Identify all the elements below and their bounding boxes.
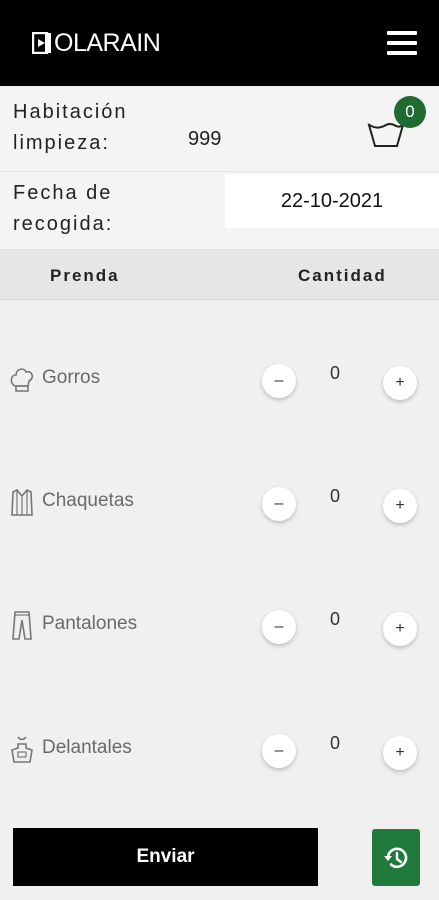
brand-logo: OLARAIN: [32, 28, 161, 58]
decrement-button[interactable]: –: [262, 734, 296, 768]
decrement-button[interactable]: –: [262, 487, 296, 521]
quantity-value: 0: [329, 486, 340, 506]
decrement-button[interactable]: –: [262, 364, 296, 398]
list-item-delantales: Delantales – 0 +: [0, 730, 439, 790]
pants-icon: [12, 611, 32, 640]
pickup-date-field[interactable]: 22-10-2021: [225, 174, 439, 228]
hamburger-menu-icon: [387, 31, 417, 35]
increment-button[interactable]: +: [383, 736, 417, 770]
history-icon: [384, 847, 408, 868]
history-button[interactable]: [372, 829, 420, 886]
item-label: Gorros: [42, 367, 101, 388]
pickup-label: Fecha de recogida:: [13, 182, 114, 235]
cart-count-badge: 0: [394, 96, 426, 128]
list-item-gorros: Gorros – 0 +: [0, 360, 439, 420]
item-label: Pantalones: [42, 613, 138, 634]
decrement-button[interactable]: –: [262, 610, 296, 644]
increment-button[interactable]: +: [383, 366, 417, 400]
menu-button[interactable]: [387, 31, 417, 55]
column-header-item: Prenda: [50, 266, 120, 285]
room-value: 999: [188, 128, 222, 150]
jacket-icon: [11, 489, 33, 516]
item-label: Delantales: [42, 737, 132, 758]
quantity-value: 0: [329, 609, 340, 629]
item-label: Chaquetas: [42, 490, 134, 511]
room-label: Habitación limpieza:: [13, 101, 128, 154]
cart-button[interactable]: 0: [366, 96, 430, 152]
list-item-chaquetas: Chaquetas – 0 +: [0, 483, 439, 543]
column-header-quantity: Cantidad: [298, 266, 387, 285]
brand-mark-icon: [32, 32, 51, 54]
top-bar: OLARAIN: [0, 0, 439, 86]
table-header: Prenda Cantidad: [0, 250, 439, 300]
increment-button[interactable]: +: [383, 612, 417, 646]
quantity-value: 0: [329, 733, 340, 753]
apron-icon: [11, 736, 33, 763]
increment-button[interactable]: +: [383, 489, 417, 523]
brand-text: OLARAIN: [54, 28, 161, 57]
list-item-pantalones: Pantalones – 0 +: [0, 606, 439, 666]
quantity-value: 0: [329, 363, 340, 383]
send-button[interactable]: Enviar: [13, 828, 318, 886]
chef-hat-icon: [10, 368, 34, 392]
